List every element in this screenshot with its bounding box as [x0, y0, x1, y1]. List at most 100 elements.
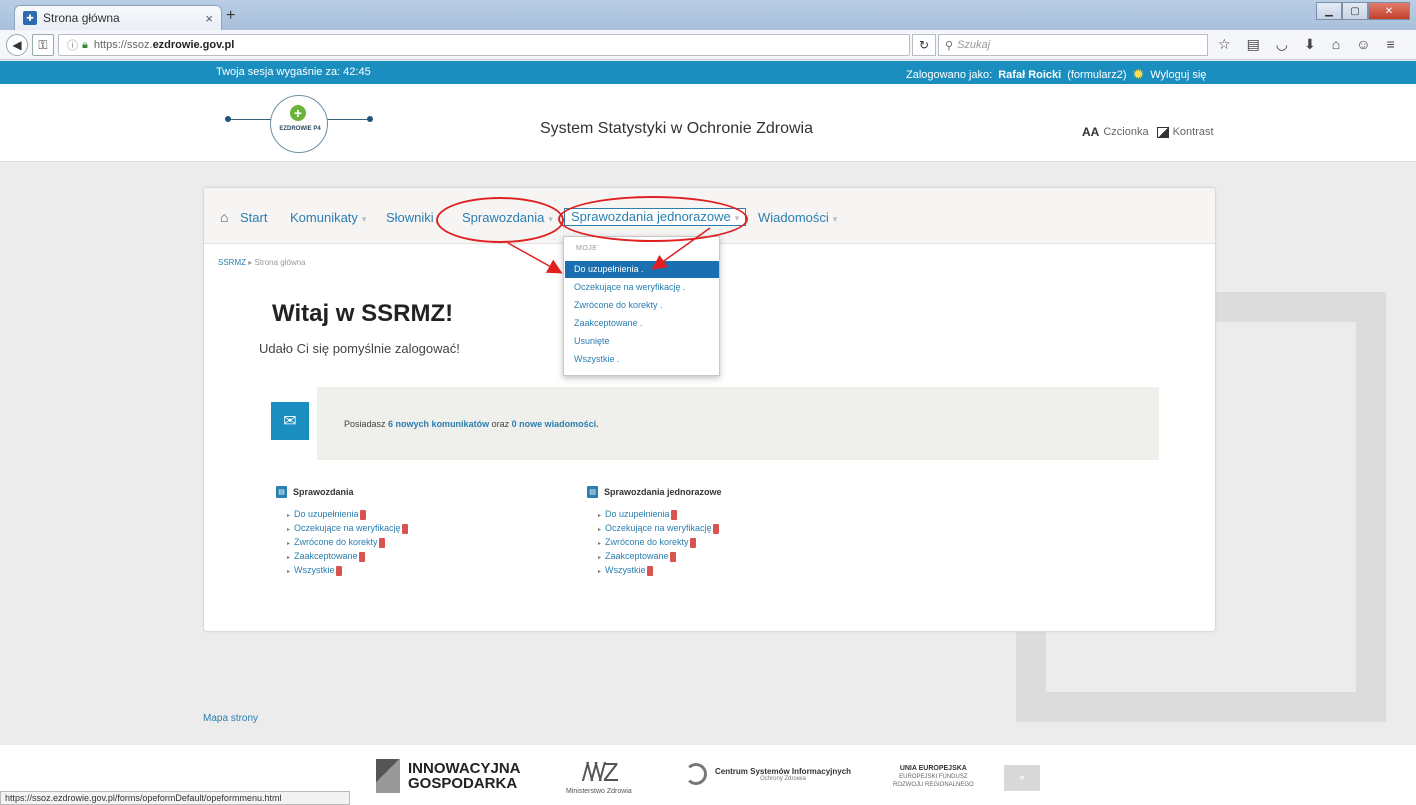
site-header: + EZDROWIE P4 System Statystyki w Ochron…	[0, 84, 1416, 162]
ministerstwo-zdrowia-logo: /\/\/Z Ministerstwo Zdrowia	[566, 757, 632, 795]
bookmarks-list-icon[interactable]: ▤	[1247, 36, 1260, 53]
list-item[interactable]: ▸ Do uzupełnienia	[598, 508, 847, 522]
new-tab-button[interactable]: +	[226, 7, 235, 25]
logo-plus-icon: +	[290, 105, 306, 121]
section-sprawozdania-jednorazowe: ▤ Sprawozdania jednorazowe ▸ Do uzupełnie…	[587, 486, 847, 578]
chat-icon[interactable]: ☺	[1356, 36, 1370, 53]
csioz-line1: Centrum Systemów Informacyjnych	[715, 766, 852, 776]
new-messages-link[interactable]: 0 nowe wiadomości.	[512, 419, 599, 429]
menu-jednorazowe-label: Sprawozdania jednorazowe	[571, 209, 731, 224]
menu-sprawozdania[interactable]: Sprawozdania ▾	[462, 210, 553, 225]
count-badge	[646, 565, 653, 576]
list-item-label: Wszystkie	[605, 565, 646, 575]
innov-line1: INNOWACYJNA	[408, 760, 521, 777]
ue-line1: UNIA EUROPEJSKA	[899, 765, 967, 772]
dropdown-item-wszystkie[interactable]: Wszystkie .	[565, 351, 719, 368]
menu-wiadomosci[interactable]: Wiadomości ▾	[758, 210, 837, 225]
user-name: Rafał Roicki	[998, 68, 1062, 81]
dropdown-item-usuniete[interactable]: Usunięte	[565, 333, 719, 350]
bookmark-star-icon[interactable]: ☆	[1218, 36, 1231, 53]
count-badge	[358, 551, 365, 562]
url-bar[interactable]: ⓘ 🔒︎ https://ssoz. ezdrowie.gov.pl	[58, 34, 910, 56]
document-icon: ▤	[276, 486, 287, 498]
home-icon[interactable]: ⌂	[220, 209, 228, 225]
innowacyjna-mark-icon	[376, 759, 400, 793]
back-button[interactable]: ◀	[6, 34, 28, 56]
contrast-icon[interactable]	[1156, 126, 1169, 138]
message-prefix: Posiadasz	[344, 419, 386, 429]
welcome-subtitle: Udało Ci się pomyślnie zalogować!	[259, 341, 460, 356]
bullet-icon: ▸	[287, 541, 291, 547]
eu-flag-icon: ✲	[1004, 765, 1040, 791]
dropdown-item-zaakceptowane[interactable]: Zaakceptowane .	[565, 315, 719, 332]
pocket-icon[interactable]: ◡	[1276, 36, 1288, 53]
innowacyjna-text: INNOWACYJNA GOSPODARKA	[408, 761, 521, 791]
section-title: ▤ Sprawozdania	[276, 486, 536, 498]
download-icon[interactable]: ⬇	[1304, 36, 1316, 53]
list-item[interactable]: ▸ Do uzupełnienia	[287, 508, 536, 522]
list-item-label: Zaakceptowane	[294, 551, 358, 561]
list-item[interactable]: ▸ Wszystkie	[287, 564, 536, 578]
accessibility-controls: AA Czcionka Kontrast	[1082, 125, 1214, 139]
breadcrumb-current: Strona główna	[254, 258, 306, 267]
new-notices-link[interactable]: 6 nowych komunikatów	[388, 419, 489, 429]
breadcrumb: SSRMZ ▸ Strona główna	[218, 258, 306, 267]
list-item[interactable]: ▸ Zwrócone do korekty	[287, 536, 536, 550]
list-item[interactable]: ▸ Zwrócone do korekty	[598, 536, 847, 550]
menu-slowniki[interactable]: Słowniki	[386, 210, 434, 225]
list-item[interactable]: ▸ Zaakceptowane	[598, 550, 847, 564]
list-item[interactable]: ▸ Wszystkie	[598, 564, 847, 578]
window-controls: ▁ ▢ ✕	[1316, 2, 1410, 20]
list-item[interactable]: ▸ Oczekujące na weryfikację	[598, 522, 847, 536]
menu-komunikaty[interactable]: Komunikaty ▾	[290, 210, 366, 225]
minimize-button[interactable]: ▁	[1316, 2, 1342, 20]
logo-text: EZDROWIE P4	[279, 126, 321, 132]
logo-line-right	[326, 119, 370, 120]
font-size-link[interactable]: Czcionka	[1103, 126, 1148, 138]
dropdown-item-oczekujace[interactable]: Oczekujące na weryfikację .	[565, 279, 719, 296]
settings-gear-icon[interactable]: ✹	[1133, 66, 1145, 83]
logout-link[interactable]: Wyloguj się	[1150, 69, 1206, 81]
toolbar-icons: ☆ ▤ ◡ ⬇ ⌂ ☺ ≡	[1218, 36, 1395, 53]
csioz-line2: Ochrony Zdrowia	[760, 775, 806, 782]
bullet-icon: ▸	[287, 513, 291, 519]
csioz-logo: Centrum Systemów Informacyjnych Ochrony …	[685, 763, 851, 785]
ezdrowie-logo[interactable]: + EZDROWIE P4	[222, 92, 382, 153]
browser-search-input[interactable]: ⚲ Szukaj	[938, 34, 1208, 56]
dropdown-item-zwrocone[interactable]: Zwrócone do korekty .	[565, 297, 719, 314]
menu-start[interactable]: Start	[240, 210, 267, 225]
count-badge	[359, 509, 366, 520]
browser-tab[interactable]: ✚ Strona główna ×	[14, 5, 222, 30]
count-badge	[335, 565, 342, 576]
logged-as-label: Zalogowano jako:	[906, 68, 993, 81]
list-item-label: Do uzupełnienia	[605, 509, 670, 519]
list-item[interactable]: ▸ Oczekujące na weryfikację	[287, 522, 536, 536]
contrast-link[interactable]: Kontrast	[1173, 126, 1214, 138]
bullet-icon: ▸	[287, 569, 291, 575]
menu-sprawozdania-jednorazowe[interactable]: Sprawozdania jednorazowe ▾	[564, 208, 747, 226]
csioz-swirl-icon	[685, 763, 707, 785]
close-window-button[interactable]: ✕	[1368, 2, 1410, 20]
dropdown-item-do-uzupelnienia[interactable]: Do uzupełnienia .	[565, 261, 719, 278]
list-item-label: Oczekujące na weryfikację	[294, 523, 401, 533]
count-badge	[378, 537, 385, 548]
section-list: ▸ Do uzupełnienia ▸ Oczekujące na weryfika…	[287, 508, 536, 578]
chevron-down-icon: ▾	[548, 214, 553, 224]
csioz-text: Centrum Systemów Informacyjnych Ochrony …	[715, 767, 851, 782]
count-badge	[689, 537, 696, 548]
reload-icon[interactable]: ↻	[912, 34, 936, 56]
bullet-icon: ▸	[598, 513, 602, 519]
bullet-icon: ▸	[598, 541, 602, 547]
identity-key-icon[interactable]: ⚿	[32, 34, 54, 56]
tab-title: Strona główna	[43, 11, 120, 25]
breadcrumb-root-link[interactable]: SSRMZ	[218, 258, 246, 267]
maximize-button[interactable]: ▢	[1342, 2, 1368, 20]
list-item[interactable]: ▸ Zaakceptowane	[287, 550, 536, 564]
sitemap-link[interactable]: Mapa strony	[203, 713, 258, 724]
section-list: ▸ Do uzupełnienia ▸ Oczekujące na weryfika…	[598, 508, 847, 578]
font-size-icon[interactable]: AA	[1082, 125, 1099, 139]
home-icon[interactable]: ⌂	[1332, 36, 1340, 53]
menu-icon[interactable]: ≡	[1387, 36, 1395, 53]
tab-close-icon[interactable]: ×	[205, 11, 213, 26]
menu-sprawozdania-label: Sprawozdania	[462, 210, 545, 225]
